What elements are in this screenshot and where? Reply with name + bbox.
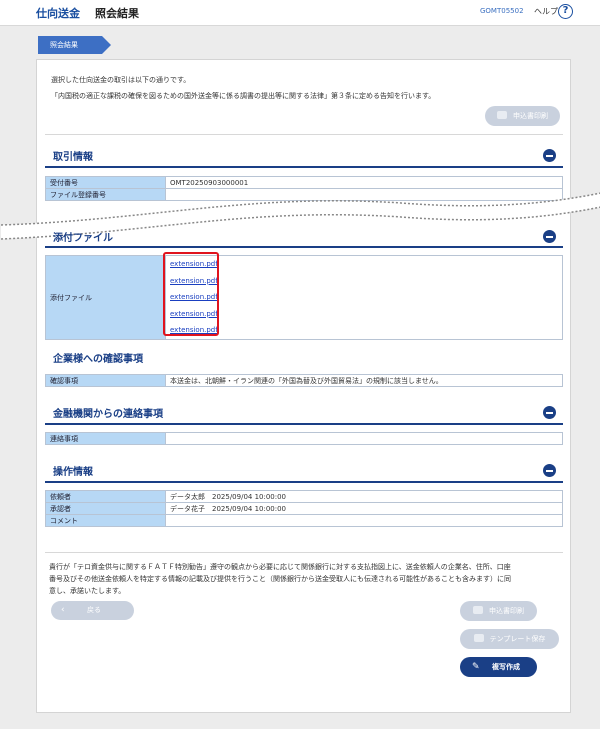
top-header: 仕向送金 照会結果 GOMT05502 ヘルプ ? <box>0 0 600 26</box>
collapse-operation-icon[interactable] <box>543 464 556 477</box>
save-icon <box>473 634 484 642</box>
help-link[interactable]: ヘルプ <box>534 6 558 17</box>
value-bank-contact <box>165 432 563 445</box>
attachments-highlight-box <box>163 252 219 336</box>
section-rule <box>45 246 563 248</box>
printer-icon <box>473 606 483 614</box>
label-approver: 承認者 <box>45 502 166 515</box>
divider <box>45 134 563 135</box>
section-title-confirmation: 企業様への確認事項 <box>53 354 143 365</box>
section-rule <box>45 166 563 168</box>
fatf-notice-line-3: 意し、承諾いたします。 <box>49 587 126 595</box>
back-button-label: 戻る <box>87 606 101 614</box>
section-title-bank-contact: 金融機関からの連絡事項 <box>53 409 163 420</box>
template-save-label: テンプレート保存 <box>489 635 546 643</box>
attachment-link[interactable]: extension.pdf <box>170 322 558 339</box>
confirmation-table: 確認事項 本送金は、北朝鮮・イラン関連の「外国為替及び外国貿易法」の規制に該当し… <box>45 374 563 387</box>
value-confirmation: 本送金は、北朝鮮・イラン関連の「外国為替及び外国貿易法」の規制に該当しません。 <box>165 374 563 387</box>
attachment-link[interactable]: extension.pdf <box>170 273 558 290</box>
main-panel: 選択した仕向送金の取引は以下の通りです。 「内国税の適正な課税の確保を図るための… <box>1 59 600 713</box>
help-icon[interactable]: ? <box>558 4 573 19</box>
operation-table: 依頼者 データ太郎 2025/09/04 10:00:00 承認者 データ花子 … <box>45 490 563 527</box>
section-rule <box>45 423 563 425</box>
collapse-transaction-icon[interactable] <box>543 149 556 162</box>
section-title-attachments: 添付ファイル <box>53 233 113 244</box>
fatf-notice-line-1: 貴行が「テロ資金供与に関するＦＡＴＦ特別勧告」遵守の観点から必要に応じて関係銀行… <box>49 563 511 571</box>
collapse-bank-contact-icon[interactable] <box>543 406 556 419</box>
label-comment: コメント <box>45 514 166 527</box>
page-title: 照会結果 <box>95 7 139 20</box>
attachment-list: extension.pdf extension.pdf extension.pd… <box>165 255 563 340</box>
table-row: 承認者 データ花子 2025/09/04 10:00:00 <box>45 502 563 515</box>
attachment-link[interactable]: extension.pdf <box>170 306 558 323</box>
table-row: 確認事項 本送金は、北朝鮮・イラン関連の「外国為替及び外国貿易法」の規制に該当し… <box>45 374 563 387</box>
attachments-table: 添付ファイル extension.pdf extension.pdf exten… <box>45 255 563 340</box>
section-rule <box>45 481 563 483</box>
copy-create-button[interactable]: ✎ 複写作成 <box>460 657 537 677</box>
divider <box>45 552 563 553</box>
section-title-transaction: 取引情報 <box>53 152 93 163</box>
print-button-label: 申込書印刷 <box>513 112 548 120</box>
label-bank-contact: 連絡事項 <box>45 432 166 445</box>
intro-text-1: 選択した仕向送金の取引は以下の通りです。 <box>51 76 191 84</box>
section-title-operation: 操作情報 <box>53 467 93 478</box>
label-attachments: 添付ファイル <box>45 255 166 340</box>
value-comment <box>165 514 563 527</box>
print-button-label: 申込書印刷 <box>489 607 524 615</box>
intro-text-2: 「内国税の適正な課税の確保を図るための国外送金等に係る調書の提出等に関する法律」… <box>51 92 436 100</box>
collapse-attachments-icon[interactable] <box>543 230 556 243</box>
copy-create-label: 複写作成 <box>492 663 520 671</box>
screen-id: GOMT05502 <box>480 7 524 15</box>
bank-contact-table: 連絡事項 <box>45 432 563 445</box>
printer-icon <box>497 111 507 119</box>
table-row: 依頼者 データ太郎 2025/09/04 10:00:00 <box>45 490 563 503</box>
label-requester: 依頼者 <box>45 490 166 503</box>
attachment-link[interactable]: extension.pdf <box>170 256 558 273</box>
pencil-icon: ✎ <box>472 662 480 672</box>
attachment-link[interactable]: extension.pdf <box>170 289 558 306</box>
breadcrumb-main[interactable]: 仕向送金 <box>36 5 80 21</box>
label-confirmation: 確認事項 <box>45 374 166 387</box>
step-tab-current: 照会結果 <box>38 36 111 54</box>
table-row: 連絡事項 <box>45 432 563 445</box>
table-row: 添付ファイル extension.pdf extension.pdf exten… <box>45 255 563 340</box>
template-save-button[interactable]: テンプレート保存 <box>460 629 559 649</box>
back-button[interactable]: ‹ 戻る <box>51 601 134 620</box>
print-application-button[interactable]: 申込書印刷 <box>460 601 537 621</box>
chevron-left-icon: ‹ <box>61 605 65 615</box>
value-approver: データ花子 2025/09/04 10:00:00 <box>165 502 563 515</box>
fatf-notice-line-2: 番号及びその他送金依頼人を特定する情報の記載及び提供を行うこと（関係銀行から送金… <box>49 575 511 583</box>
table-row: コメント <box>45 514 563 527</box>
value-requester: データ太郎 2025/09/04 10:00:00 <box>165 490 563 503</box>
print-application-button-top[interactable]: 申込書印刷 <box>485 106 560 126</box>
